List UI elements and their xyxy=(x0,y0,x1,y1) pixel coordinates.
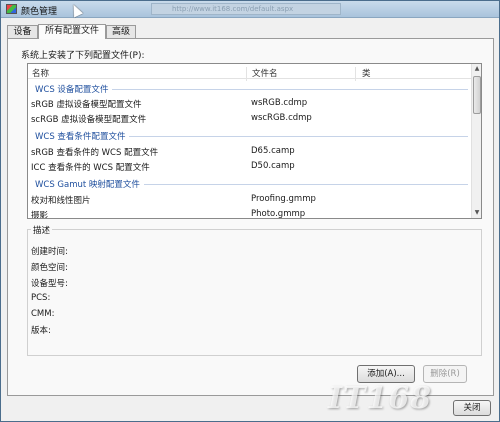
list-item[interactable]: sRGB 查看条件的 WCS 配置文件 D65.camp xyxy=(28,144,472,159)
group-header-viewing-conditions: WCS 查看条件配置文件 xyxy=(28,128,472,143)
profile-name: scRGB 虚拟设备模型配置文件 xyxy=(31,115,147,125)
profile-name: 摄影 xyxy=(31,211,49,219)
group-title: WCS 设备配置文件 xyxy=(35,83,113,95)
tab-devices[interactable]: 设备 xyxy=(7,25,38,38)
installed-profiles-label: 系统上安装了下列配置文件(P): xyxy=(21,51,145,61)
profile-filename: Proofing.gmmp xyxy=(251,194,316,204)
list-item[interactable]: 摄影 Photo.gmmp xyxy=(28,207,472,219)
color-management-icon xyxy=(6,4,17,14)
description-group xyxy=(27,229,482,356)
color-space-label: 颜色空间: xyxy=(31,263,68,273)
profile-filename: D50.camp xyxy=(251,161,295,171)
profile-filename: Photo.gmmp xyxy=(251,209,306,219)
column-separator[interactable] xyxy=(355,67,356,81)
scrollbar-thumb[interactable] xyxy=(473,76,481,114)
list-item[interactable]: sRGB 虚拟设备模型配置文件 wsRGB.cdmp xyxy=(28,96,472,111)
list-item[interactable]: scRGB 虚拟设备模型配置文件 wscRGB.cdmp xyxy=(28,111,472,126)
group-header-gamut-mapping: WCS Gamut 映射配置文件 xyxy=(28,176,472,191)
created-date-label: 创建时间: xyxy=(31,247,68,257)
group-title: WCS 查看条件配置文件 xyxy=(35,130,130,142)
tab-all-profiles[interactable]: 所有配置文件 xyxy=(38,24,106,39)
profile-filename: D65.camp xyxy=(251,146,295,156)
color-management-window: 颜色管理 http://www.it168.com/default.aspx 设… xyxy=(0,0,500,422)
profile-filename: wsRGB.cdmp xyxy=(251,98,308,108)
profile-name: sRGB 查看条件的 WCS 配置文件 xyxy=(31,148,159,158)
profile-name: sRGB 虚拟设备模型配置文件 xyxy=(31,100,142,110)
profiles-list[interactable]: 名称 文件名 类 WCS 设备配置文件 sRGB 虚拟设备模型配置文件 wsRG… xyxy=(27,63,482,219)
column-header-class[interactable]: 类 xyxy=(362,67,371,79)
pcs-label: PCS: xyxy=(31,293,51,303)
list-header: 名称 文件名 类 xyxy=(28,64,472,81)
column-header-name[interactable]: 名称 xyxy=(32,67,49,79)
list-scrollbar[interactable]: ▲ ▼ xyxy=(471,64,481,218)
description-legend: 描述 xyxy=(31,224,53,236)
background-address-bar: http://www.it168.com/default.aspx xyxy=(151,3,341,15)
device-model-label: 设备型号: xyxy=(31,279,68,289)
cmm-label: CMM: xyxy=(31,309,55,319)
profile-filename: wscRGB.cdmp xyxy=(251,113,312,123)
scroll-up-arrow-icon[interactable]: ▲ xyxy=(473,65,481,73)
tab-advanced[interactable]: 高级 xyxy=(106,25,136,38)
column-header-filename[interactable]: 文件名 xyxy=(252,67,278,79)
list-item[interactable]: ICC 查看条件的 WCS 配置文件 D50.camp xyxy=(28,159,472,174)
profile-name: 校对和线性图片 xyxy=(31,196,91,206)
column-separator[interactable] xyxy=(246,67,247,81)
window-title: 颜色管理 xyxy=(21,7,58,17)
version-label: 版本: xyxy=(31,326,51,336)
profile-name: ICC 查看条件的 WCS 配置文件 xyxy=(31,163,150,173)
close-button[interactable]: 关闭 xyxy=(453,400,491,416)
group-title: WCS Gamut 映射配置文件 xyxy=(35,178,144,190)
it168-watermark-logo: IT168 xyxy=(328,381,432,416)
list-item[interactable]: 校对和线性图片 Proofing.gmmp xyxy=(28,192,472,207)
group-header-device-profiles: WCS 设备配置文件 xyxy=(28,81,472,96)
scroll-down-arrow-icon[interactable]: ▼ xyxy=(473,209,481,217)
